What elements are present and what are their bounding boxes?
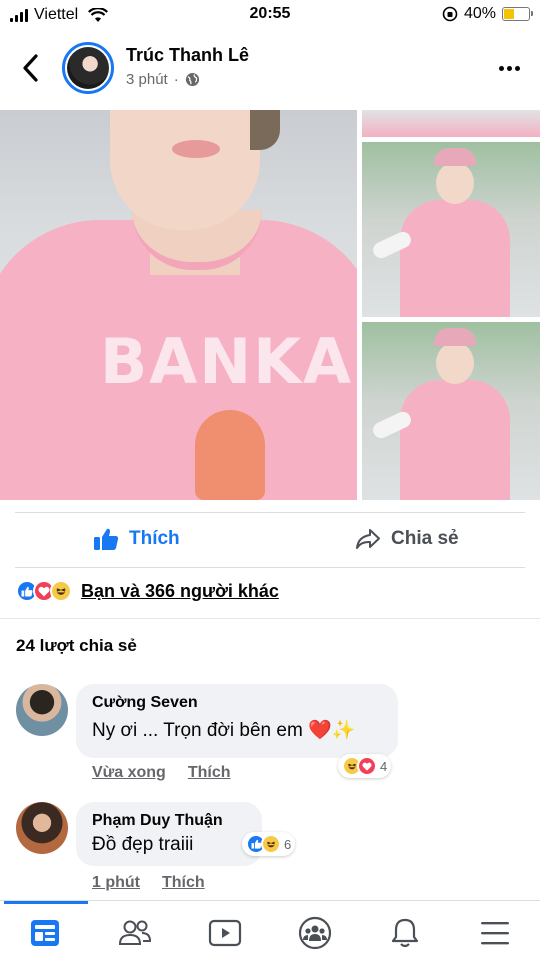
like-button[interactable]: Thích [93,527,180,551]
haha-reaction-icon [50,580,72,602]
reactions-text[interactable]: Bạn và 366 người khác [81,581,279,602]
friends-icon[interactable] [90,911,180,955]
watch-icon[interactable] [180,911,270,955]
reaction-icons [16,580,72,602]
comment-actions: Vừa xong Thích [92,764,231,782]
notifications-icon[interactable] [360,911,450,955]
post-actions: Thích Chia sẻ [15,512,525,568]
like-label: Thích [129,528,180,549]
status-bar: Viettel 20:55 40% [0,0,540,30]
news-feed-icon[interactable] [0,911,90,955]
comment-text: Đồ đẹp traiii [92,834,194,855]
more-options-button[interactable] [499,66,520,71]
comment-time[interactable]: Vừa xong [92,764,166,782]
battery-percent: 40% [463,5,496,22]
groups-icon[interactable] [270,911,360,955]
comment-time[interactable]: 1 phút [92,874,140,892]
post-photo-bottom[interactable] [362,322,540,500]
love-reaction-icon [357,756,377,776]
globe-icon [185,72,199,87]
comment-text: Ny ơi ... Trọn đời bên em ❤️✨ [92,720,356,741]
comment-reactions[interactable]: 4 [338,754,392,778]
commenter-avatar[interactable] [16,802,68,854]
photo-grid: BANKA$$ [0,110,540,500]
post-time[interactable]: 3 phút [126,71,168,88]
post-photo-middle[interactable] [362,142,540,317]
share-button[interactable]: Chia sẻ [355,527,459,551]
haha-reaction-icon [261,834,281,854]
comment-reactions[interactable]: 6 [242,832,296,856]
comment-reaction-count: 4 [380,758,388,774]
commenter-avatar[interactable] [16,684,68,736]
commenter-name[interactable]: Cường Seven [92,694,382,712]
section-divider [0,618,540,619]
comment-like-button[interactable]: Thích [188,764,231,782]
status-right: 40% [442,5,533,23]
share-label: Chia sẻ [391,528,459,549]
post-photo-top[interactable] [362,110,540,137]
post-header: Trúc Thanh Lê 3 phút · [0,30,540,108]
post-photo-main[interactable]: BANKA$$ [0,110,357,500]
reactions-summary[interactable]: Bạn và 366 người khác [16,580,279,602]
shirt-print-text: BANKA$$ [100,325,357,398]
author-name[interactable]: Trúc Thanh Lê [126,45,249,66]
share-arrow-icon [356,529,380,549]
commenter-name[interactable]: Phạm Duy Thuận [92,812,246,830]
orientation-lock-icon [442,6,458,22]
battery-icon [502,7,533,21]
author-avatar[interactable] [62,42,114,94]
active-tab-indicator [4,901,88,904]
shares-count[interactable]: 24 lượt chia sẻ [16,636,137,656]
comment-like-button[interactable]: Thích [162,874,205,892]
comment-bubble[interactable]: Phạm Duy Thuận Đồ đẹp traiii [76,802,262,866]
meta-separator: · [173,71,179,88]
bottom-navigation [0,900,540,960]
post-meta: 3 phút · [126,71,200,88]
comment-actions: 1 phút Thích [92,874,205,892]
comment-bubble[interactable]: Cường Seven Ny ơi ... Trọn đời bên em ❤️… [76,684,398,758]
back-button[interactable] [16,50,46,86]
comment-reaction-count: 6 [284,836,292,852]
thumbs-up-icon [94,528,119,550]
menu-icon[interactable] [450,911,540,955]
